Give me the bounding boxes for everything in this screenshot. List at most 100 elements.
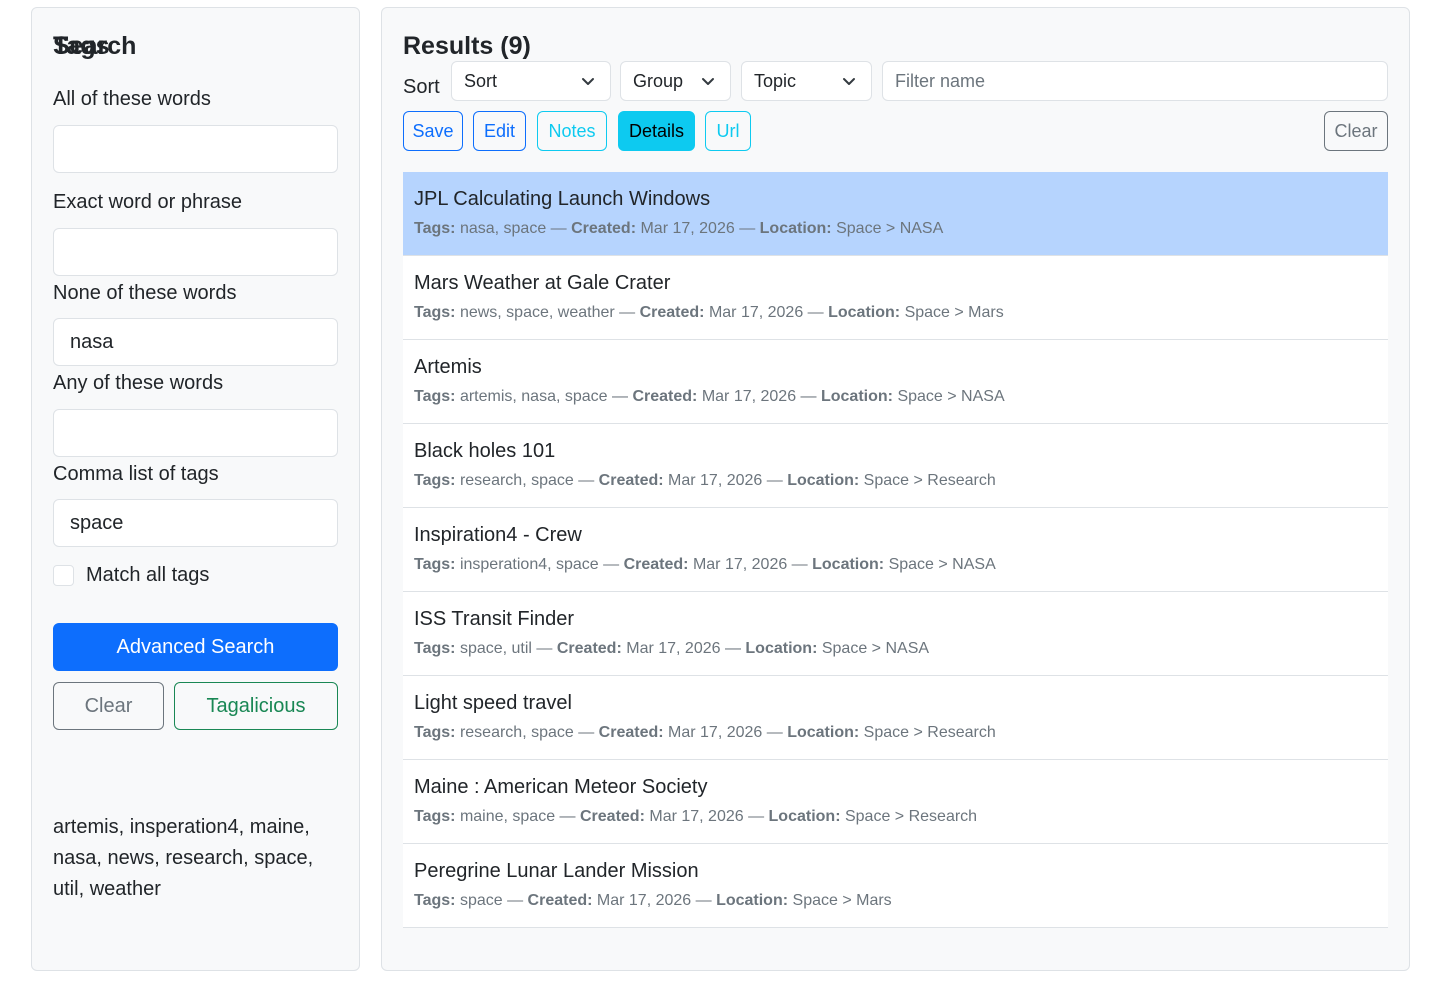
none-words-input[interactable] bbox=[53, 318, 338, 366]
result-location: Space > Research bbox=[863, 724, 996, 741]
result-created-label: Created: bbox=[598, 472, 664, 489]
result-tags-label: Tags: bbox=[414, 220, 456, 237]
match-all-tags-checkbox[interactable] bbox=[53, 565, 74, 586]
sort-select[interactable]: Sort bbox=[451, 61, 611, 101]
sort-label: Sort bbox=[403, 76, 440, 98]
result-tags-label: Tags: bbox=[414, 556, 456, 573]
any-words-label: Any of these words bbox=[53, 372, 224, 394]
chevron-down-icon bbox=[702, 78, 714, 85]
match-all-tags-label: Match all tags bbox=[86, 564, 210, 586]
tag-link[interactable]: insperation4 bbox=[130, 816, 239, 838]
tag-link[interactable]: nasa bbox=[53, 847, 96, 869]
result-tags-label: Tags: bbox=[414, 892, 456, 909]
result-tags-label: Tags: bbox=[414, 472, 456, 489]
results-panel: Results (9) Sort Sort Group Topic Save E… bbox=[381, 7, 1410, 971]
result-created-label: Created: bbox=[571, 220, 637, 237]
result-tags: insperation4, space bbox=[459, 556, 599, 573]
result-created: Mar 17, 2026 bbox=[649, 808, 744, 825]
result-meta: Tags: maine, space — Created: Mar 17, 20… bbox=[414, 808, 978, 825]
topic-select-value: Topic bbox=[754, 70, 797, 91]
result-location: Space > Research bbox=[844, 808, 978, 825]
result-tags: space, util bbox=[459, 640, 532, 657]
result-meta: Tags: research, space — Created: Mar 17,… bbox=[414, 724, 996, 741]
all-words-input[interactable] bbox=[53, 125, 338, 173]
edit-button[interactable]: Edit bbox=[473, 111, 526, 151]
result-item[interactable]: Artemis Tags: artemis, nasa, space — Crea… bbox=[403, 340, 1388, 424]
result-created-label: Created: bbox=[527, 892, 593, 909]
result-meta: Tags: space, util — Created: Mar 17, 202… bbox=[414, 640, 930, 657]
result-meta: Tags: space — Created: Mar 17, 2026 — Lo… bbox=[414, 892, 892, 909]
result-created: Mar 17, 2026 bbox=[708, 304, 804, 321]
tag-link[interactable]: weather bbox=[90, 878, 161, 900]
result-created-label: Created: bbox=[580, 808, 645, 825]
notes-button[interactable]: Notes bbox=[537, 111, 607, 151]
tags-list-input[interactable] bbox=[53, 499, 338, 547]
result-item[interactable]: Mars Weather at Gale Crater Tags: news, s… bbox=[403, 256, 1388, 340]
tags-heading: Tags bbox=[53, 32, 110, 60]
url-button[interactable]: Url bbox=[705, 111, 751, 151]
exact-phrase-label: Exact word or phrase bbox=[53, 191, 242, 213]
result-location-label: Location: bbox=[768, 808, 841, 825]
result-tags-label: Tags: bbox=[414, 388, 456, 405]
clear-search-button[interactable]: Clear bbox=[53, 682, 164, 730]
result-title: Light speed travel bbox=[414, 692, 572, 714]
result-item[interactable]: JPL Calculating Launch Windows Tags: nasa… bbox=[403, 172, 1388, 256]
result-item[interactable]: Peregrine Lunar Lander Mission Tags: spac… bbox=[403, 844, 1388, 928]
result-title: Maine : American Meteor Society bbox=[414, 776, 708, 798]
result-title: Inspiration4 - Crew bbox=[414, 524, 582, 546]
result-created: Mar 17, 2026 bbox=[692, 556, 788, 573]
result-tags: space bbox=[459, 892, 503, 909]
tag-link[interactable]: news bbox=[108, 847, 155, 869]
any-words-input[interactable] bbox=[53, 409, 338, 457]
clear-results-button[interactable]: Clear bbox=[1324, 111, 1388, 151]
result-meta: Tags: research, space — Created: Mar 17,… bbox=[414, 472, 996, 489]
result-item[interactable]: Black holes 101 Tags: research, space — C… bbox=[403, 424, 1388, 508]
tagalicious-button[interactable]: Tagalicious bbox=[174, 682, 338, 730]
tag-link[interactable]: util bbox=[53, 878, 79, 900]
result-created: Mar 17, 2026 bbox=[626, 640, 721, 657]
result-title: Mars Weather at Gale Crater bbox=[414, 272, 671, 294]
save-button[interactable]: Save bbox=[403, 111, 463, 151]
result-item[interactable]: Maine : American Meteor Society Tags: mai… bbox=[403, 760, 1388, 844]
tag-link[interactable]: maine bbox=[250, 816, 304, 838]
none-words-label: None of these words bbox=[53, 282, 237, 304]
tag-link[interactable]: research bbox=[165, 847, 243, 869]
results-list: JPL Calculating Launch Windows Tags: nasa… bbox=[403, 172, 1388, 928]
result-item[interactable]: ISS Transit Finder Tags: space, util — Cr… bbox=[403, 592, 1388, 676]
result-location: Space > Research bbox=[863, 472, 996, 489]
result-tags: maine, space bbox=[459, 808, 556, 825]
result-tags-label: Tags: bbox=[414, 724, 456, 741]
results-title: Results (9) bbox=[403, 32, 531, 60]
topic-select[interactable]: Topic bbox=[741, 61, 872, 101]
result-location: Space > NASA bbox=[888, 556, 996, 573]
all-words-label: All of these words bbox=[53, 88, 211, 110]
group-select[interactable]: Group bbox=[620, 61, 731, 101]
result-created: Mar 17, 2026 bbox=[596, 892, 692, 909]
result-location: Space > NASA bbox=[836, 220, 944, 237]
result-location-label: Location: bbox=[745, 640, 818, 657]
result-title: ISS Transit Finder bbox=[414, 608, 575, 630]
result-meta: Tags: artemis, nasa, space — Created: Ma… bbox=[414, 388, 1005, 405]
result-location-label: Location: bbox=[716, 892, 789, 909]
result-created-label: Created: bbox=[598, 724, 664, 741]
exact-phrase-input[interactable] bbox=[53, 228, 338, 276]
advanced-search-button[interactable]: Advanced Search bbox=[53, 623, 338, 671]
result-title: JPL Calculating Launch Windows bbox=[414, 188, 711, 210]
tag-link[interactable]: artemis bbox=[53, 816, 119, 838]
tags-list-label: Comma list of tags bbox=[53, 463, 219, 485]
result-item[interactable]: Inspiration4 - Crew Tags: insperation4, s… bbox=[403, 508, 1388, 592]
result-created: Mar 17, 2026 bbox=[668, 472, 763, 489]
result-tags: nasa, space bbox=[459, 220, 547, 237]
result-location: Space > NASA bbox=[897, 388, 1005, 405]
details-button[interactable]: Details bbox=[618, 111, 695, 151]
result-created-label: Created: bbox=[632, 388, 698, 405]
tag-cloud: artemis, insperation4, maine, nasa, news… bbox=[53, 816, 314, 900]
tag-link[interactable]: space bbox=[254, 847, 307, 869]
result-item[interactable]: Light speed travel Tags: research, space … bbox=[403, 676, 1388, 760]
result-created: Mar 17, 2026 bbox=[701, 388, 797, 405]
result-created: Mar 17, 2026 bbox=[640, 220, 735, 237]
match-all-tags-row[interactable]: Match all tags bbox=[53, 564, 209, 587]
result-tags: research, space bbox=[459, 724, 574, 741]
filter-name-input[interactable] bbox=[882, 61, 1388, 101]
result-title: Black holes 101 bbox=[414, 440, 556, 462]
